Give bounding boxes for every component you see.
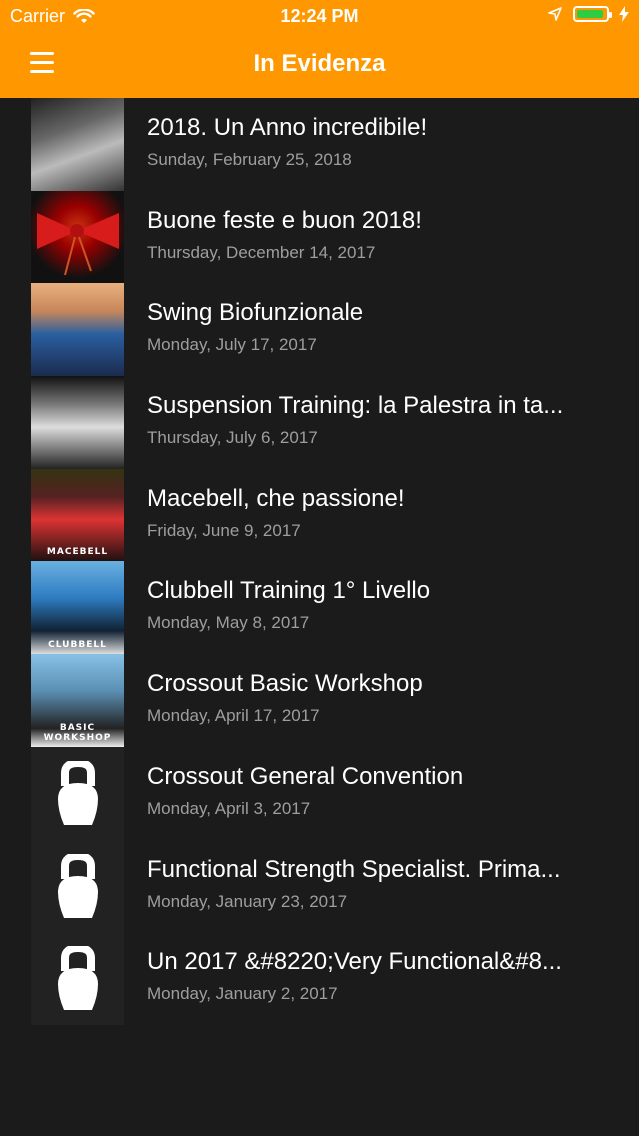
post-text: Crossout Basic Workshop Monday, April 17… bbox=[147, 670, 611, 726]
post-text: Clubbell Training 1° Livello Monday, May… bbox=[147, 577, 611, 633]
post-thumbnail bbox=[31, 283, 124, 377]
post-date: Sunday, February 25, 2018 bbox=[147, 150, 352, 169]
post-title: Crossout General Convention bbox=[147, 762, 464, 790]
post-text: Swing Biofunzionale Monday, July 17, 201… bbox=[147, 299, 611, 355]
post-list: 2018. Un Anno incredibile! Sunday, Febru… bbox=[0, 98, 639, 1025]
post-date: Friday, June 9, 2017 bbox=[147, 520, 301, 540]
list-item[interactable]: Crossout General Convention Monday, Apri… bbox=[0, 746, 639, 840]
thumbnail-caption: MACEBELL bbox=[46, 547, 109, 558]
list-item[interactable]: Functional Strength Specialist. Prima...… bbox=[0, 839, 639, 933]
page-title: In Evidenza bbox=[253, 50, 386, 77]
post-title: Un 2017 &#8220;Very Functional&#8... bbox=[147, 948, 562, 976]
list-item[interactable]: Buone feste e buon 2018! Thursday, Decem… bbox=[0, 190, 639, 284]
post-text: Buone feste e buon 2018! Thursday, Decem… bbox=[147, 207, 611, 263]
post-title: Crossout Basic Workshop bbox=[147, 670, 423, 698]
status-right-group bbox=[547, 6, 629, 22]
thumbnail-caption: BASIC WORKSHOP bbox=[43, 722, 112, 743]
post-thumbnail bbox=[31, 932, 124, 1025]
list-item[interactable]: 2018. Un Anno incredibile! Sunday, Febru… bbox=[0, 98, 639, 191]
post-date: Monday, April 17, 2017 bbox=[147, 706, 320, 726]
list-item[interactable]: BASIC WORKSHOP Crossout Basic Workshop M… bbox=[0, 654, 639, 747]
post-title: Buone feste e buon 2018! bbox=[147, 206, 422, 234]
post-title: Macebell, che passione! bbox=[147, 484, 405, 512]
post-title: Suspension Training: la Palestra in ta..… bbox=[147, 392, 564, 420]
post-date: Monday, January 2, 2017 bbox=[147, 984, 338, 1004]
post-date: Monday, April 3, 2017 bbox=[147, 798, 311, 818]
status-bar: Carrier 12:24 PM bbox=[0, 0, 639, 34]
post-thumbnail bbox=[31, 839, 124, 933]
post-text: Functional Strength Specialist. Prima...… bbox=[147, 856, 611, 912]
post-thumbnail: MACEBELL bbox=[31, 468, 124, 562]
post-thumbnail bbox=[31, 190, 124, 284]
post-title: Clubbell Training 1° Livello bbox=[147, 577, 431, 605]
list-item[interactable]: Suspension Training: la Palestra in ta..… bbox=[0, 376, 639, 469]
post-text: Un 2017 &#8220;Very Functional&#8... Mon… bbox=[147, 948, 611, 1004]
list-item[interactable]: Un 2017 &#8220;Very Functional&#8... Mon… bbox=[0, 932, 639, 1025]
kettlebell-icon bbox=[58, 760, 98, 825]
post-text: 2018. Un Anno incredibile! Sunday, Febru… bbox=[147, 114, 611, 170]
post-text: Crossout General Convention Monday, Apri… bbox=[147, 763, 611, 819]
post-date: Thursday, July 6, 2017 bbox=[147, 428, 318, 448]
post-thumbnail bbox=[31, 98, 124, 191]
list-item[interactable]: CLUBBELL Clubbell Training 1° Livello Mo… bbox=[0, 561, 639, 655]
post-title: Functional Strength Specialist. Prima... bbox=[147, 855, 561, 883]
post-thumbnail bbox=[31, 746, 124, 840]
post-title: Swing Biofunzionale bbox=[147, 299, 364, 327]
post-title: 2018. Un Anno incredibile! bbox=[147, 114, 428, 141]
kettlebell-icon bbox=[58, 946, 98, 1011]
post-thumbnail bbox=[31, 376, 124, 469]
post-text: Macebell, che passione! Friday, June 9, … bbox=[147, 485, 611, 541]
post-thumbnail: CLUBBELL bbox=[31, 561, 124, 655]
kettlebell-icon bbox=[58, 853, 98, 918]
navigation-bar: In Evidenza bbox=[0, 34, 639, 98]
battery-icon bbox=[573, 6, 612, 22]
status-time: 12:24 PM bbox=[280, 6, 359, 26]
list-item[interactable]: MACEBELL Macebell, che passione! Friday,… bbox=[0, 468, 639, 562]
post-thumbnail: BASIC WORKSHOP bbox=[31, 654, 124, 747]
post-date: Monday, January 23, 2017 bbox=[147, 891, 348, 911]
post-date: Thursday, December 14, 2017 bbox=[147, 242, 376, 262]
thumbnail-caption: CLUBBELL bbox=[48, 640, 107, 651]
location-arrow-icon bbox=[548, 7, 562, 21]
post-date: Monday, May 8, 2017 bbox=[147, 613, 310, 633]
post-date: Monday, July 17, 2017 bbox=[147, 335, 317, 355]
post-text: Suspension Training: la Palestra in ta..… bbox=[147, 392, 611, 448]
ribbon-bow-icon bbox=[37, 212, 119, 275]
list-item[interactable]: Swing Biofunzionale Monday, July 17, 201… bbox=[0, 283, 639, 377]
charging-bolt-icon bbox=[619, 6, 629, 22]
